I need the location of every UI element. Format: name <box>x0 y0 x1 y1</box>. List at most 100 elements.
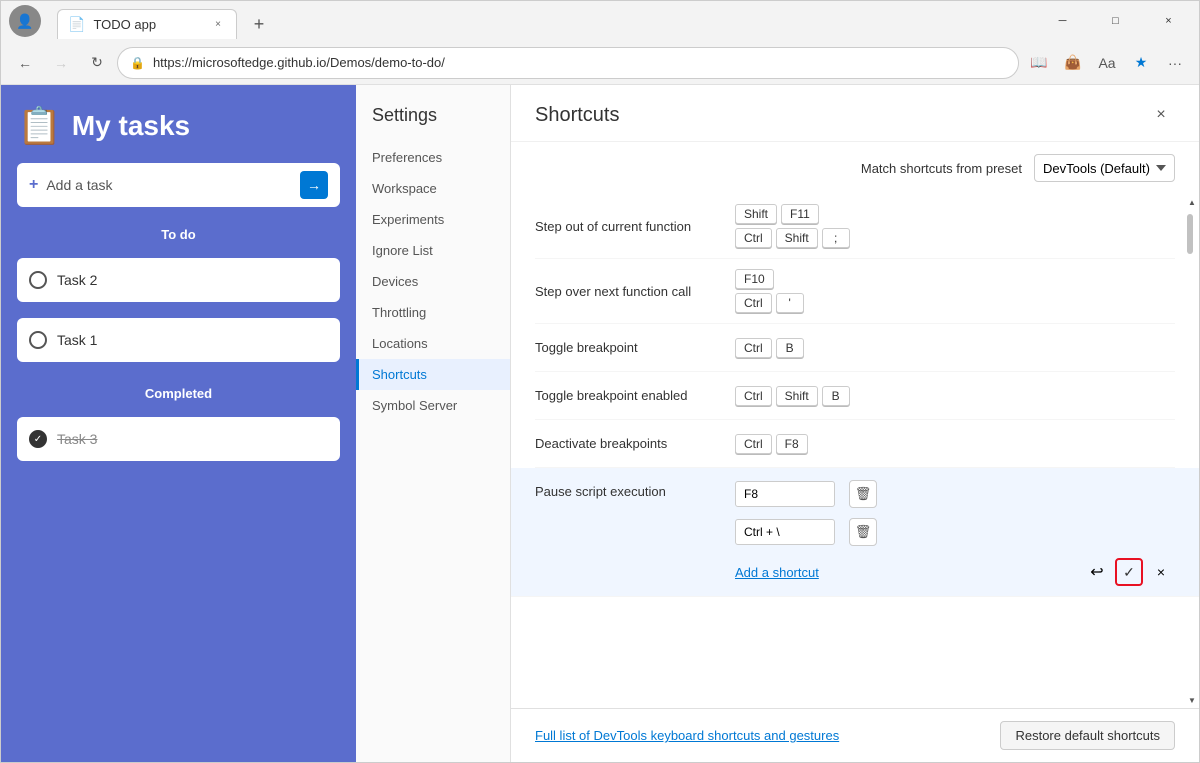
todo-header: 📋 My tasks <box>17 105 340 147</box>
nav-actions: 📖 👜 Aa ★ ··· <box>1023 47 1191 79</box>
preset-row: Match shortcuts from preset DevTools (De… <box>511 142 1199 194</box>
settings-panel: Settings Preferences Workspace Experimen… <box>356 85 1199 762</box>
settings-nav-preferences[interactable]: Preferences <box>356 142 510 173</box>
shortcuts-footer: Full list of DevTools keyboard shortcuts… <box>511 708 1199 762</box>
settings-more-button[interactable]: ··· <box>1159 47 1191 79</box>
preset-select[interactable]: DevTools (Default) <box>1034 154 1175 182</box>
key-badge: Ctrl <box>735 434 772 454</box>
key-badge: ; <box>822 228 850 248</box>
list-item[interactable]: Task 1 <box>17 318 340 362</box>
key-badge: Ctrl <box>735 338 772 358</box>
add-task-button[interactable]: → <box>300 171 328 199</box>
todo-add-input[interactable]: + Add a task → <box>17 163 340 207</box>
refresh-button[interactable]: ↻ <box>81 47 113 79</box>
revert-button[interactable]: ↩ <box>1083 558 1111 586</box>
settings-title: Settings <box>356 97 510 142</box>
shortcut-keys: Ctrl Shift B <box>735 386 1175 406</box>
settings-nav: Settings Preferences Workspace Experimen… <box>356 85 511 762</box>
settings-nav-devices[interactable]: Devices <box>356 266 510 297</box>
key-badge: Ctrl <box>735 386 772 406</box>
task-checkbox[interactable] <box>29 331 47 349</box>
immersive-reader-button[interactable]: Aa <box>1091 47 1123 79</box>
full-list-link[interactable]: Full list of DevTools keyboard shortcuts… <box>535 728 839 743</box>
active-tab[interactable]: 📄 TODO app × <box>57 9 237 39</box>
key-badge: F11 <box>781 204 819 224</box>
shortcut-row-toggle-breakpoint: Toggle breakpoint Ctrl B <box>535 324 1175 372</box>
new-tab-button[interactable]: + <box>245 11 273 39</box>
tab-close-button[interactable]: × <box>210 16 226 32</box>
minimize-button[interactable]: ─ <box>1040 6 1085 36</box>
key-group: Ctrl ' <box>735 293 1175 313</box>
settings-nav-throttling[interactable]: Throttling <box>356 297 510 328</box>
nav-bar: ← → ↻ 🔒 https://microsoftedge.github.io/… <box>1 41 1199 85</box>
settings-nav-shortcuts[interactable]: Shortcuts <box>356 359 510 390</box>
shortcuts-title: Shortcuts <box>535 104 619 127</box>
back-button[interactable]: ← <box>9 47 41 79</box>
window-controls: ─ □ × <box>1040 6 1191 36</box>
delete-shortcut-button-1[interactable]: 🗑 <box>849 480 877 508</box>
discard-button[interactable]: × <box>1147 558 1175 586</box>
settings-nav-symbol-server[interactable]: Symbol Server <box>356 390 510 421</box>
restore-defaults-button[interactable]: Restore default shortcuts <box>1000 721 1175 750</box>
shortcut-keys: F10 Ctrl ' <box>735 269 1175 313</box>
shortcuts-list: ▲ Step out of current function Shift F11 <box>511 194 1199 708</box>
todo-section-label: To do <box>17 227 340 242</box>
completed-section-label: Completed <box>17 386 340 401</box>
shortcut-key-input-2[interactable]: Ctrl + \ <box>735 519 835 545</box>
confirm-button[interactable]: ✓ <box>1115 558 1143 586</box>
collections-button[interactable]: 👜 <box>1057 47 1089 79</box>
shortcut-keys: Shift F11 Ctrl Shift ; <box>735 204 1175 248</box>
shortcut-key-input-1[interactable]: F8 <box>735 481 835 507</box>
key-group: Ctrl Shift ; <box>735 228 1175 248</box>
settings-nav-ignore-list[interactable]: Ignore List <box>356 235 510 266</box>
shortcuts-header: Shortcuts × <box>511 85 1199 142</box>
settings-nav-experiments[interactable]: Experiments <box>356 204 510 235</box>
task-text: Task 1 <box>57 332 97 348</box>
add-shortcut-row: Add a shortcut ↩ ✓ × <box>735 558 1175 586</box>
add-task-placeholder: Add a task <box>46 177 292 193</box>
shortcut-name: Toggle breakpoint <box>535 340 735 355</box>
task-checkbox-done[interactable]: ✓ <box>29 430 47 448</box>
settings-nav-workspace[interactable]: Workspace <box>356 173 510 204</box>
shortcut-name: Step out of current function <box>535 219 735 234</box>
todo-title: My tasks <box>72 110 190 142</box>
read-aloud-button[interactable]: 📖 <box>1023 47 1055 79</box>
shortcut-name: Step over next function call <box>535 284 735 299</box>
shortcut-row-toggle-breakpoint-enabled: Toggle breakpoint enabled Ctrl Shift B <box>535 372 1175 420</box>
input-row: Ctrl + \ 🗑 <box>735 518 1175 546</box>
key-group: Ctrl F8 <box>735 434 1175 454</box>
tab-favicon: 📄 <box>68 16 85 33</box>
title-bar: 👤 📄 TODO app × + ─ □ × <box>1 1 1199 41</box>
forward-button[interactable]: → <box>45 47 77 79</box>
key-badge: Shift <box>735 204 777 224</box>
maximize-button[interactable]: □ <box>1093 6 1138 36</box>
key-badge: Shift <box>776 386 818 406</box>
scroll-up-button[interactable]: ▲ <box>1187 194 1197 210</box>
shortcut-keys: Ctrl F8 <box>735 434 1175 454</box>
scroll-down-button[interactable]: ▼ <box>1187 692 1197 708</box>
favorites-button[interactable]: ★ <box>1125 47 1157 79</box>
todo-sidebar: 📋 My tasks + Add a task → To do Task 2 T… <box>1 85 356 762</box>
list-item[interactable]: Task 2 <box>17 258 340 302</box>
browser-frame: 👤 📄 TODO app × + ─ □ × ← → ↻ 🔒 https://m… <box>0 0 1200 763</box>
tab-title: TODO app <box>93 17 202 32</box>
close-button[interactable]: × <box>1146 6 1191 36</box>
profile-icon[interactable]: 👤 <box>9 5 41 37</box>
shortcut-name: Deactivate breakpoints <box>535 436 735 451</box>
shortcut-row-deactivate-breakpoints: Deactivate breakpoints Ctrl F8 <box>535 420 1175 468</box>
settings-nav-locations[interactable]: Locations <box>356 328 510 359</box>
delete-shortcut-button-2[interactable]: 🗑 <box>849 518 877 546</box>
shortcut-row-step-out: Step out of current function Shift F11 C… <box>535 194 1175 259</box>
address-bar[interactable]: 🔒 https://microsoftedge.github.io/Demos/… <box>117 47 1019 79</box>
key-badge: Ctrl <box>735 293 772 313</box>
shortcuts-close-button[interactable]: × <box>1147 101 1175 129</box>
task-text: Task 2 <box>57 272 97 288</box>
add-shortcut-link[interactable]: Add a shortcut <box>735 565 819 580</box>
todo-icon: 📋 <box>17 105 62 147</box>
key-badge: ' <box>776 293 804 313</box>
task-checkbox[interactable] <box>29 271 47 289</box>
list-item[interactable]: ✓ Task 3 <box>17 417 340 461</box>
shortcut-name: Toggle breakpoint enabled <box>535 388 735 403</box>
scroll-thumb[interactable] <box>1187 214 1193 254</box>
shortcut-keys: Ctrl B <box>735 338 1175 358</box>
